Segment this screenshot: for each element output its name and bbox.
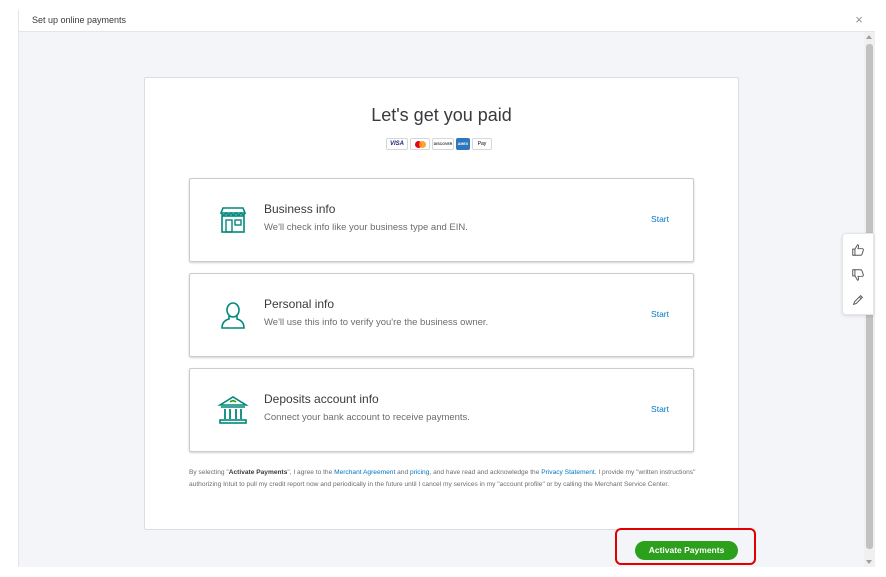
payments-card: Let's get you paid VISA DISCOVER AMEX Pa… [144,77,739,530]
thumbs-up-icon[interactable] [851,243,865,257]
feedback-panel [842,233,874,315]
mastercard-logo-icon [410,138,430,150]
pencil-icon[interactable] [851,293,865,307]
amex-logo-icon: AMEX [456,138,470,150]
title-bar: Set up online payments × [19,10,875,32]
legal-text: By selecting " [189,469,229,476]
deposits-start-link[interactable]: Start [651,404,669,414]
deposits-account-info-step[interactable]: Deposits account info Connect your bank … [189,368,694,452]
step-title: Personal info [264,297,335,311]
step-description: We'll check info like your business type… [264,222,468,233]
page-heading: Let's get you paid [371,105,512,125]
step-description: Connect your bank account to receive pay… [264,412,470,423]
privacy-statement-link[interactable]: Privacy Statement [541,469,595,476]
step-description: We'll use this info to verify you're the… [264,317,489,328]
pricing-link[interactable]: pricing [410,469,429,476]
legal-text: ", I agree to the [287,469,335,476]
bank-icon [217,396,249,424]
business-info-step[interactable]: Business info We'll check info like your… [189,178,694,262]
storefront-icon [219,207,247,233]
merchant-agreement-link[interactable]: Merchant Agreement [334,469,395,476]
setup-online-payments-window: Set up online payments × Let's get you p… [18,10,875,567]
visa-logo-icon: VISA [386,138,408,150]
step-title: Deposits account info [264,392,379,406]
activate-payments-button[interactable]: Activate Payments [635,541,738,560]
window-title: Set up online payments [32,15,127,25]
legal-text: , and have read and acknowledge the [429,469,542,476]
personal-info-start-link[interactable]: Start [651,309,669,319]
legal-text: and [395,469,410,476]
person-icon [221,302,245,329]
business-info-start-link[interactable]: Start [651,214,669,224]
personal-info-step[interactable]: Personal info We'll use this info to ver… [189,273,694,357]
apple-pay-logo-icon: Pay [472,138,492,150]
discover-logo-icon: DISCOVER [432,138,454,150]
scroll-down-arrow-icon[interactable] [866,560,872,564]
payment-logos: VISA DISCOVER AMEX Pay [386,138,492,150]
legal-disclaimer: By selecting "Activate Payments", I agre… [189,467,699,491]
scroll-up-arrow-icon[interactable] [866,35,872,39]
legal-activate-ref: Activate Payments [228,469,288,476]
activate-highlight-box: Activate Payments [615,528,756,565]
step-title: Business info [264,202,336,216]
thumbs-down-icon[interactable] [851,268,865,282]
close-icon[interactable]: × [852,13,866,27]
